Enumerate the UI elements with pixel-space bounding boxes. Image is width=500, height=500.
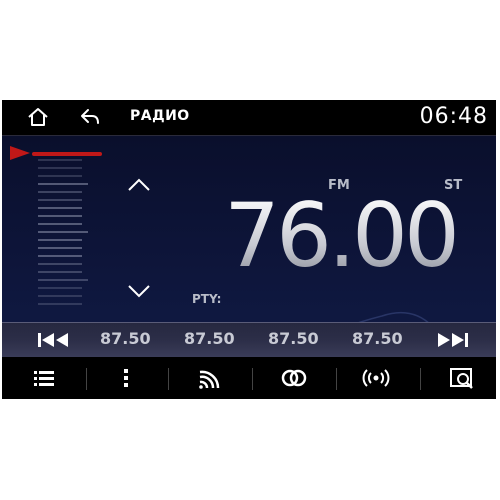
- toolbar-divider: [168, 368, 169, 390]
- more-vertical-icon[interactable]: [112, 366, 140, 390]
- tuner-panel: FM ST 76.00 PTY:: [2, 136, 496, 351]
- skip-next-icon[interactable]: [434, 331, 470, 349]
- bottom-toolbar: [2, 358, 496, 399]
- back-icon[interactable]: [78, 106, 102, 128]
- toolbar-divider: [86, 368, 87, 390]
- skip-previous-icon[interactable]: [36, 331, 72, 349]
- pty-label: PTY:: [192, 292, 222, 306]
- broadcast-icon[interactable]: [362, 366, 390, 390]
- radio-screen: РАДИО 06:48 FM ST 76.00 PTY: 87.50 87.50…: [2, 100, 496, 399]
- top-bar: РАДИО 06:48: [2, 100, 496, 136]
- clock: 06:48: [419, 104, 488, 129]
- signal-icon[interactable]: [196, 366, 224, 390]
- toolbar-divider: [420, 368, 421, 390]
- page-title: РАДИО: [130, 108, 190, 124]
- frequency-pointer-icon: [10, 146, 30, 160]
- toolbar-divider: [252, 368, 253, 390]
- stereo-icon[interactable]: [280, 366, 308, 390]
- chevron-up-icon[interactable]: [126, 176, 152, 194]
- preset-2[interactable]: 87.50: [184, 329, 235, 348]
- preset-4[interactable]: 87.50: [352, 329, 403, 348]
- preset-bar: 87.50 87.50 87.50 87.50: [2, 322, 496, 357]
- home-icon[interactable]: [26, 106, 50, 128]
- toolbar-divider: [336, 368, 337, 390]
- chevron-down-icon[interactable]: [126, 282, 152, 300]
- frequency-scale[interactable]: [38, 154, 98, 314]
- frequency-display: 76.00: [224, 184, 460, 287]
- list-icon[interactable]: [30, 366, 58, 390]
- traffic-info-icon[interactable]: [448, 366, 476, 390]
- preset-3[interactable]: 87.50: [268, 329, 319, 348]
- preset-1[interactable]: 87.50: [100, 329, 151, 348]
